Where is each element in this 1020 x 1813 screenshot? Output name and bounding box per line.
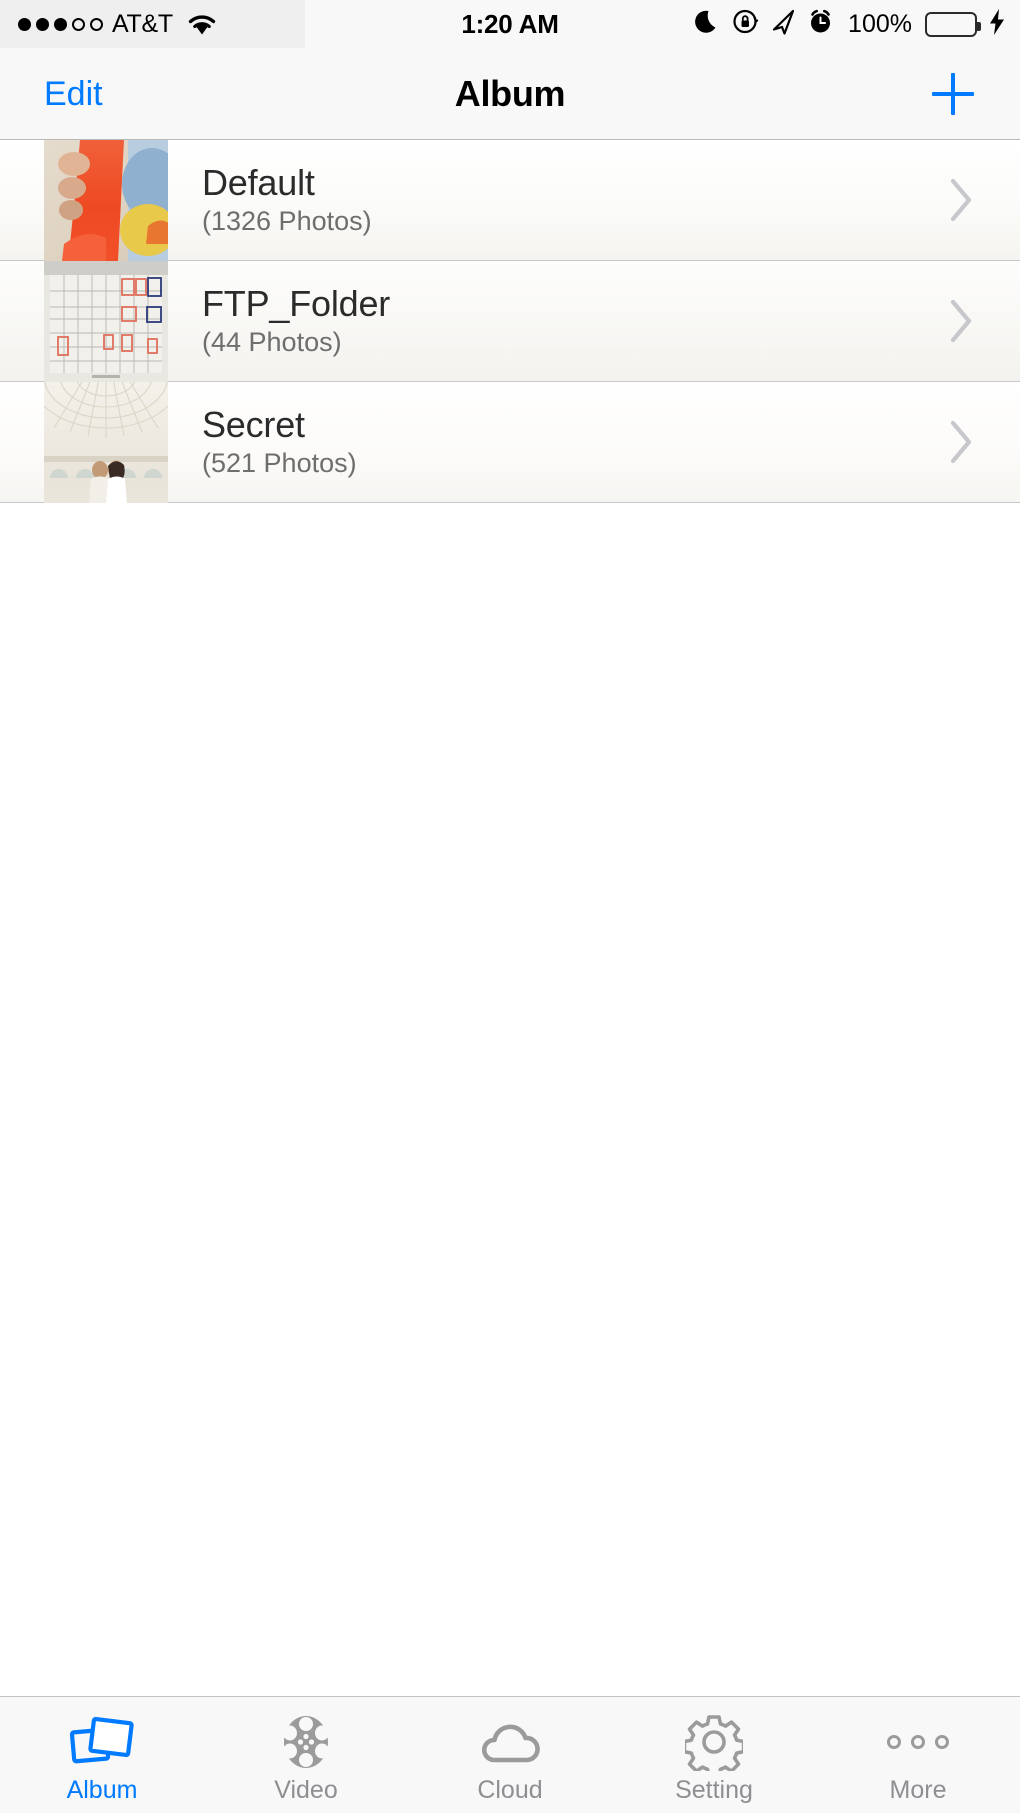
chevron-right-icon (948, 419, 974, 465)
status-bar: AT&T 1:20 AM 100% (0, 0, 1020, 48)
alarm-clock-icon (807, 8, 834, 41)
film-reel-icon (277, 1713, 335, 1771)
location-arrow-icon (770, 8, 796, 41)
navigation-bar: Edit Album (0, 48, 1020, 140)
cloud-icon (477, 1713, 543, 1771)
moon-icon (695, 8, 721, 41)
album-list: Default (1326 Photos) FTP_Folder (44 Pho… (0, 140, 1020, 1100)
add-album-button[interactable] (930, 71, 976, 117)
chevron-right-icon (948, 298, 974, 344)
tab-cloud[interactable]: Cloud (408, 1697, 612, 1813)
album-thumbnail (44, 260, 168, 382)
page-title: Album (454, 72, 566, 114)
tab-more[interactable]: More (816, 1697, 1020, 1813)
album-row-default[interactable]: Default (1326 Photos) (0, 140, 1020, 261)
battery-full-icon (925, 11, 981, 37)
tab-label: More (889, 1776, 947, 1804)
status-bar-right: 100% (695, 0, 1006, 48)
album-info: Default (1326 Photos) (168, 163, 948, 236)
app-screen: AT&T 1:20 AM 100% Edit Album Default (13… (0, 0, 1020, 1813)
album-photo-count: (44 Photos) (202, 326, 342, 357)
album-row-ftp-folder[interactable]: FTP_Folder (44 Photos) (0, 260, 1020, 382)
tab-label: Setting (675, 1776, 753, 1804)
album-name: Default (202, 162, 315, 204)
photos-stack-icon (70, 1713, 134, 1771)
battery-percentage: 100% (848, 9, 912, 38)
empty-content-area (0, 1099, 1020, 1696)
tab-label: Cloud (477, 1776, 543, 1804)
album-name: Secret (202, 404, 305, 446)
album-info: Secret (521 Photos) (168, 405, 948, 478)
album-info: FTP_Folder (44 Photos) (168, 284, 948, 357)
tab-setting[interactable]: Setting (612, 1697, 816, 1813)
tab-album[interactable]: Album (0, 1697, 204, 1813)
tab-video[interactable]: Video (204, 1697, 408, 1813)
three-dots-icon (883, 1713, 953, 1771)
chevron-right-icon (948, 177, 974, 223)
lightning-bolt-icon (988, 8, 1006, 41)
album-photo-count: (1326 Photos) (202, 205, 372, 236)
gear-icon (685, 1713, 743, 1771)
album-name: FTP_Folder (202, 283, 391, 325)
rotation-lock-icon (732, 8, 759, 40)
tab-label: Video (274, 1776, 338, 1804)
album-thumbnail (44, 381, 168, 503)
album-row-secret[interactable]: Secret (521 Photos) (0, 381, 1020, 503)
tab-bar: Album Video Cloud Setting More (0, 1696, 1020, 1813)
album-thumbnail (44, 140, 168, 261)
album-photo-count: (521 Photos) (202, 447, 357, 478)
status-bar-clock: 1:20 AM (461, 8, 559, 39)
tab-label: Album (66, 1776, 138, 1804)
